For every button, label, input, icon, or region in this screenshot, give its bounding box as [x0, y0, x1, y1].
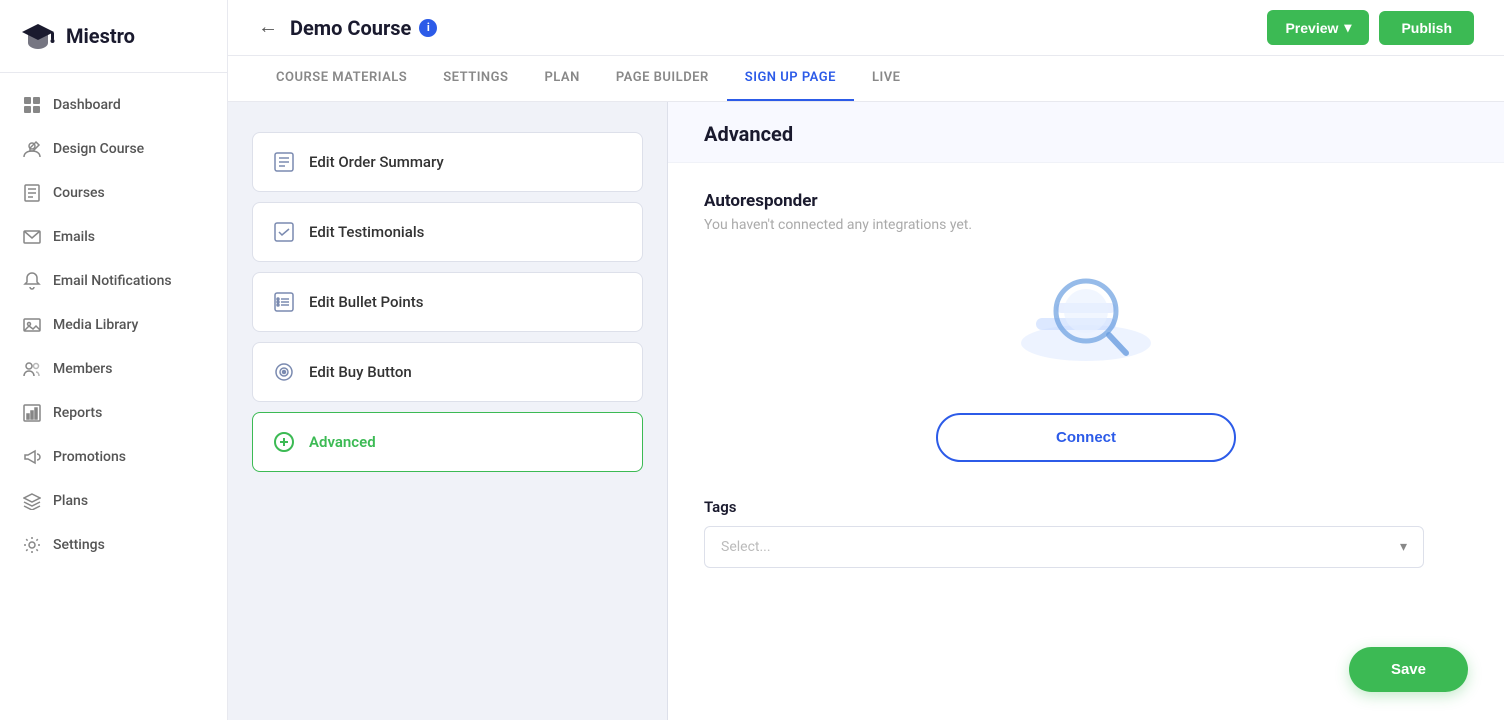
grid-icon: [23, 96, 41, 114]
check-square-icon: [273, 221, 295, 243]
megaphone-icon: [23, 448, 41, 466]
sidebar-label-courses: Courses: [53, 185, 105, 201]
tags-label: Tags: [704, 498, 1468, 516]
sidebar-item-emails[interactable]: Emails: [0, 215, 227, 259]
card-order-summary-label: Edit Order Summary: [309, 153, 444, 171]
sidebar-item-members[interactable]: Members: [0, 347, 227, 391]
card-advanced[interactable]: Advanced: [252, 412, 643, 472]
gear-icon: [23, 536, 41, 554]
card-order-summary[interactable]: Edit Order Summary: [252, 132, 643, 192]
left-panel: Edit Order Summary Edit Testimonials Edi…: [228, 102, 668, 720]
right-panel-content: Autoresponder You haven't connected any …: [668, 163, 1504, 596]
logo-text: Miestro: [66, 24, 135, 48]
email-icon: [23, 228, 41, 246]
sidebar-item-dashboard[interactable]: Dashboard: [0, 83, 227, 127]
topbar-actions: Preview ▾ Publish: [1267, 10, 1474, 45]
tab-sign-up-page[interactable]: SIGN UP PAGE: [727, 56, 854, 101]
image-icon: [23, 316, 41, 334]
topbar-left: ← Demo Course i: [258, 16, 437, 40]
content-area: Edit Order Summary Edit Testimonials Edi…: [228, 102, 1504, 720]
save-button[interactable]: Save: [1349, 647, 1468, 692]
sidebar-label-dashboard: Dashboard: [53, 97, 121, 113]
tab-page-builder[interactable]: PAGE BUILDER: [598, 56, 727, 101]
topbar: ← Demo Course i Preview ▾ Publish: [228, 0, 1504, 56]
list-icon: [273, 151, 295, 173]
plus-circle-icon: [273, 431, 295, 453]
tab-course-materials[interactable]: COURSE MATERIALS: [258, 56, 425, 101]
tab-plan[interactable]: PLAN: [526, 56, 597, 101]
sidebar-item-courses[interactable]: Courses: [0, 171, 227, 215]
right-panel-header: Advanced: [668, 102, 1504, 163]
sidebar-item-email-notifications[interactable]: Email Notifications: [0, 259, 227, 303]
chart-icon: [23, 404, 41, 422]
tags-placeholder: Select...: [721, 539, 771, 555]
sidebar-label-design-course: Design Course: [53, 141, 144, 157]
sidebar-item-reports[interactable]: Reports: [0, 391, 227, 435]
sidebar-label-reports: Reports: [53, 405, 102, 421]
sidebar-label-settings: Settings: [53, 537, 105, 553]
right-panel-title: Advanced: [704, 122, 1468, 146]
sidebar: Miestro Dashboard Design Course Courses: [0, 0, 228, 720]
logo-icon: [20, 18, 56, 54]
tags-section: Tags Select... ▾: [704, 498, 1468, 568]
sidebar-nav: Dashboard Design Course Courses Emails: [0, 73, 227, 577]
edit-design-icon: [23, 140, 41, 158]
sidebar-item-promotions[interactable]: Promotions: [0, 435, 227, 479]
logo-container: Miestro: [0, 0, 227, 73]
autoresponder-subtitle: You haven't connected any integrations y…: [704, 217, 1468, 233]
sidebar-item-media-library[interactable]: Media Library: [0, 303, 227, 347]
target-icon: [273, 361, 295, 383]
bullet-list-icon: [273, 291, 295, 313]
autoresponder-title: Autoresponder: [704, 191, 1468, 211]
book-icon: [23, 184, 41, 202]
tab-live[interactable]: LIVE: [854, 56, 919, 101]
card-testimonials[interactable]: Edit Testimonials: [252, 202, 643, 262]
chevron-down-icon: ▾: [1400, 539, 1407, 555]
preview-button[interactable]: Preview ▾: [1267, 10, 1369, 45]
connect-button[interactable]: Connect: [936, 413, 1236, 462]
page-title: Demo Course i: [290, 16, 437, 40]
bell-icon: [23, 272, 41, 290]
sidebar-label-email-notifications: Email Notifications: [53, 273, 172, 289]
magnifier-svg: [1006, 263, 1166, 373]
info-badge[interactable]: i: [419, 19, 437, 37]
no-integrations-illustration: [704, 263, 1468, 373]
sidebar-label-promotions: Promotions: [53, 449, 126, 465]
tab-settings[interactable]: SETTINGS: [425, 56, 526, 101]
sidebar-label-media-library: Media Library: [53, 317, 138, 333]
sidebar-label-plans: Plans: [53, 493, 88, 509]
users-icon: [23, 360, 41, 378]
tabbar: COURSE MATERIALS SETTINGS PLAN PAGE BUIL…: [228, 56, 1504, 102]
card-advanced-label: Advanced: [309, 433, 376, 451]
card-buy-button[interactable]: Edit Buy Button: [252, 342, 643, 402]
sidebar-item-plans[interactable]: Plans: [0, 479, 227, 523]
publish-button[interactable]: Publish: [1379, 11, 1474, 45]
chevron-down-icon: ▾: [1344, 19, 1351, 36]
main-content: ← Demo Course i Preview ▾ Publish COURSE…: [228, 0, 1504, 720]
sidebar-item-settings[interactable]: Settings: [0, 523, 227, 567]
sidebar-item-design-course[interactable]: Design Course: [0, 127, 227, 171]
card-bullet-points[interactable]: Edit Bullet Points: [252, 272, 643, 332]
sidebar-label-members: Members: [53, 361, 112, 377]
card-buy-button-label: Edit Buy Button: [309, 363, 412, 381]
right-panel: Advanced Autoresponder You haven't conne…: [668, 102, 1504, 720]
sidebar-label-emails: Emails: [53, 229, 95, 245]
card-testimonials-label: Edit Testimonials: [309, 223, 424, 241]
back-button[interactable]: ←: [258, 16, 278, 39]
layers-icon: [23, 492, 41, 510]
tags-select[interactable]: Select... ▾: [704, 526, 1424, 568]
card-bullet-points-label: Edit Bullet Points: [309, 293, 423, 311]
